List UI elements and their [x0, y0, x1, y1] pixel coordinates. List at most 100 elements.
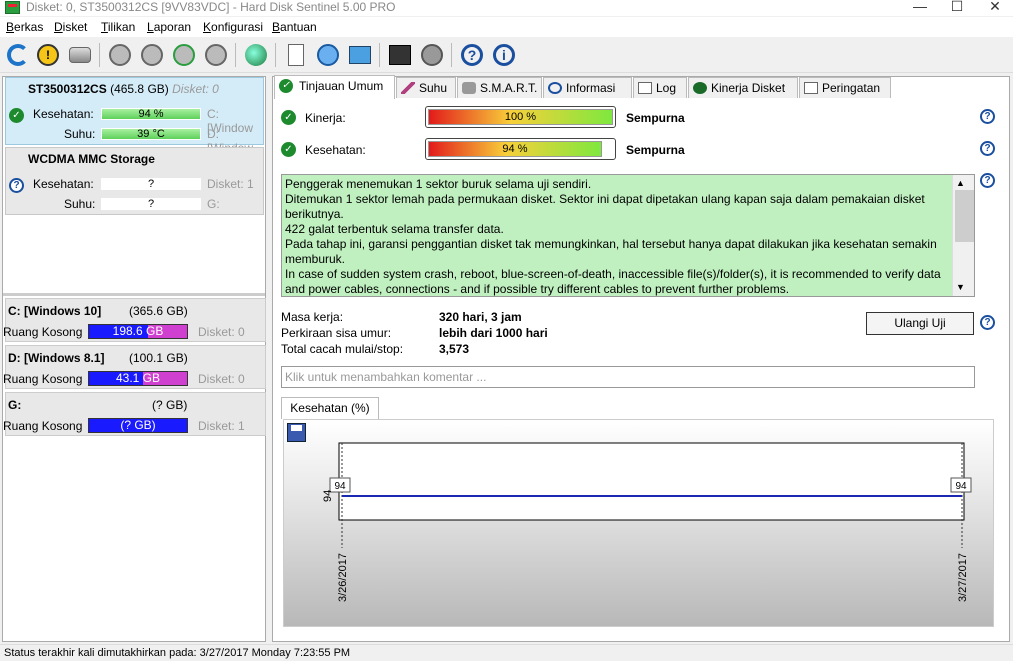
- menu-laporan[interactable]: Laporan: [147, 20, 191, 34]
- temp-bar: ?: [101, 198, 201, 210]
- menu-bantuan[interactable]: Bantuan: [272, 20, 317, 34]
- svg-text:94: 94: [955, 481, 967, 492]
- refresh-icon[interactable]: [4, 41, 32, 69]
- message-scrollbar[interactable]: ▲ ▼: [952, 175, 974, 296]
- disk-info-icon[interactable]: [106, 41, 134, 69]
- health-help-icon[interactable]: ?: [980, 141, 995, 156]
- close-button[interactable]: ✕: [985, 0, 1005, 15]
- performance-ok-icon: ✓: [281, 110, 296, 125]
- maximize-button[interactable]: ☐: [947, 0, 967, 15]
- disk-number: Disket: 0: [198, 325, 245, 339]
- free-label: Ruang Kosong: [3, 419, 83, 433]
- performance-label: Kinerja:: [305, 111, 346, 125]
- performance-bar: 100 %: [425, 106, 616, 128]
- volume-size: (? GB): [152, 398, 188, 412]
- stat-label: Perkiraan sisa umur:: [281, 326, 392, 340]
- comment-input[interactable]: Klik untuk menambahkan komentar ...: [281, 366, 975, 388]
- tab-alerts[interactable]: Peringatan: [799, 77, 891, 98]
- status-message-box: Penggerak menemukan 1 sektor buruk selam…: [281, 174, 975, 297]
- temp-label: Suhu:: [64, 197, 96, 211]
- globe-icon[interactable]: [242, 41, 270, 69]
- free-space-bar: 198.6 GB: [88, 324, 188, 339]
- health-chart: 94 94 94 3/26/2017 3/27/2017: [283, 419, 994, 627]
- free-label: Ruang Kosong: [3, 372, 83, 386]
- health-label: Kesehatan:: [33, 177, 94, 191]
- sync-icon[interactable]: [314, 41, 342, 69]
- tab-overview[interactable]: ✓ Tinjauan Umum: [274, 75, 395, 99]
- health-ok-icon: ✓: [281, 142, 296, 157]
- message-help-icon[interactable]: ?: [980, 173, 995, 188]
- disk-search-icon[interactable]: [202, 41, 230, 69]
- menu-bar: Berkas Disket Tilikan Laporan Konfiguras…: [0, 17, 1013, 37]
- performance-status: Sempurna: [626, 111, 685, 125]
- minimize-button[interactable]: —: [910, 0, 930, 14]
- health-label: Kesehatan:: [33, 107, 94, 121]
- stat-value: lebih dari 1000 hari: [439, 326, 548, 340]
- volume-g[interactable]: G: (? GB) Ruang Kosong (? GB) Disket: 1: [3, 392, 266, 436]
- health-bar: ?: [101, 178, 201, 190]
- disk-number: Disket: 1: [198, 419, 245, 433]
- alert-icon[interactable]: !: [34, 41, 62, 69]
- volume-size: (100.1 GB): [129, 351, 188, 365]
- volume-d[interactable]: D: [Windows 8.1] (100.1 GB) Ruang Kosong…: [3, 345, 266, 389]
- tab-temperature[interactable]: Suhu: [396, 77, 456, 98]
- menu-tilikan[interactable]: Tilikan: [101, 20, 135, 34]
- tab-information[interactable]: Informasi: [543, 77, 632, 98]
- disk-number: Disket: 0: [198, 372, 245, 386]
- volume-c[interactable]: C: [Windows 10] (365.6 GB) Ruang Kosong …: [3, 298, 266, 342]
- health-bar: 94 %: [425, 138, 616, 160]
- disk-card-1[interactable]: WCDMA MMC Storage ? Kesehatan: ? Suhu: ?…: [5, 147, 264, 215]
- menu-konfigurasi[interactable]: Konfigurasi: [203, 20, 263, 34]
- disk-title: ST3500312CS (465.8 GB) Disket: 0: [28, 82, 219, 96]
- chart-icon[interactable]: [386, 41, 414, 69]
- stat-label: Total cacah mulai/stop:: [281, 342, 404, 356]
- disk-check-icon[interactable]: [170, 41, 198, 69]
- stat-value: 320 hari, 3 jam: [439, 310, 522, 324]
- network-icon[interactable]: [346, 41, 374, 69]
- title-bar: Disket: 0, ST3500312CS [9VV83VDC] - Hard…: [0, 0, 1013, 16]
- disk-number: Disket: 1: [207, 177, 254, 191]
- retest-button[interactable]: Ulangi Uji: [866, 312, 974, 335]
- svg-text:94: 94: [334, 481, 346, 492]
- health-bar: 94 %: [101, 108, 201, 120]
- free-label: Ruang Kosong: [3, 325, 83, 339]
- temp-bar: 39 °C: [101, 128, 201, 140]
- free-space-bar: (? GB): [88, 418, 188, 433]
- disk-test-icon[interactable]: [138, 41, 166, 69]
- message-text: Penggerak menemukan 1 sektor buruk selam…: [285, 177, 941, 296]
- retest-help-icon[interactable]: ?: [980, 315, 995, 330]
- tab-log[interactable]: Log: [633, 77, 687, 98]
- volume-name: G:: [8, 398, 22, 412]
- partition-g: G:: [207, 197, 220, 211]
- chart-tab-health[interactable]: Kesehatan (%): [281, 397, 379, 419]
- volume-size: (365.6 GB): [129, 304, 188, 318]
- disk-list-panel: ST3500312CS (465.8 GB) Disket: 0 ✓ Keseh…: [2, 76, 266, 642]
- health-label: Kesehatan:: [305, 143, 366, 157]
- toolbar: ! ? i: [0, 37, 1013, 73]
- tab-disk-performance[interactable]: Kinerja Disket: [688, 77, 798, 98]
- performance-value: 100 %: [428, 109, 613, 125]
- free-space-bar: 43.1 GB: [88, 371, 188, 386]
- disk-icon[interactable]: [66, 41, 94, 69]
- menu-berkas[interactable]: Berkas: [6, 20, 43, 34]
- temp-label: Suhu:: [64, 127, 96, 141]
- window-title: Disket: 0, ST3500312CS [9VV83VDC] - Hard…: [26, 0, 396, 14]
- menu-disket[interactable]: Disket: [54, 20, 87, 34]
- x-tick-1: 3/27/2017: [957, 553, 969, 602]
- tab-smart[interactable]: S.M.A.R.T.: [457, 77, 542, 98]
- x-tick-0: 3/26/2017: [337, 553, 349, 602]
- stat-label: Masa kerja:: [281, 310, 344, 324]
- chart-svg: 94 94 94 3/26/2017 3/27/2017: [322, 442, 972, 602]
- sound-icon[interactable]: [418, 41, 446, 69]
- health-ok-icon: ✓: [9, 108, 24, 123]
- volume-name: C: [Windows 10]: [8, 304, 102, 318]
- report-icon[interactable]: [282, 41, 310, 69]
- help-icon[interactable]: ?: [458, 41, 486, 69]
- unknown-status-icon: ?: [9, 178, 24, 193]
- app-icon: [5, 1, 20, 14]
- performance-help-icon[interactable]: ?: [980, 109, 995, 124]
- health-status: Sempurna: [626, 143, 685, 157]
- info-icon[interactable]: i: [490, 41, 518, 69]
- tab-bar: ✓ Tinjauan Umum Suhu S.M.A.R.T. Informasi…: [272, 75, 1010, 99]
- disk-card-0[interactable]: ST3500312CS (465.8 GB) Disket: 0 ✓ Keseh…: [5, 77, 264, 155]
